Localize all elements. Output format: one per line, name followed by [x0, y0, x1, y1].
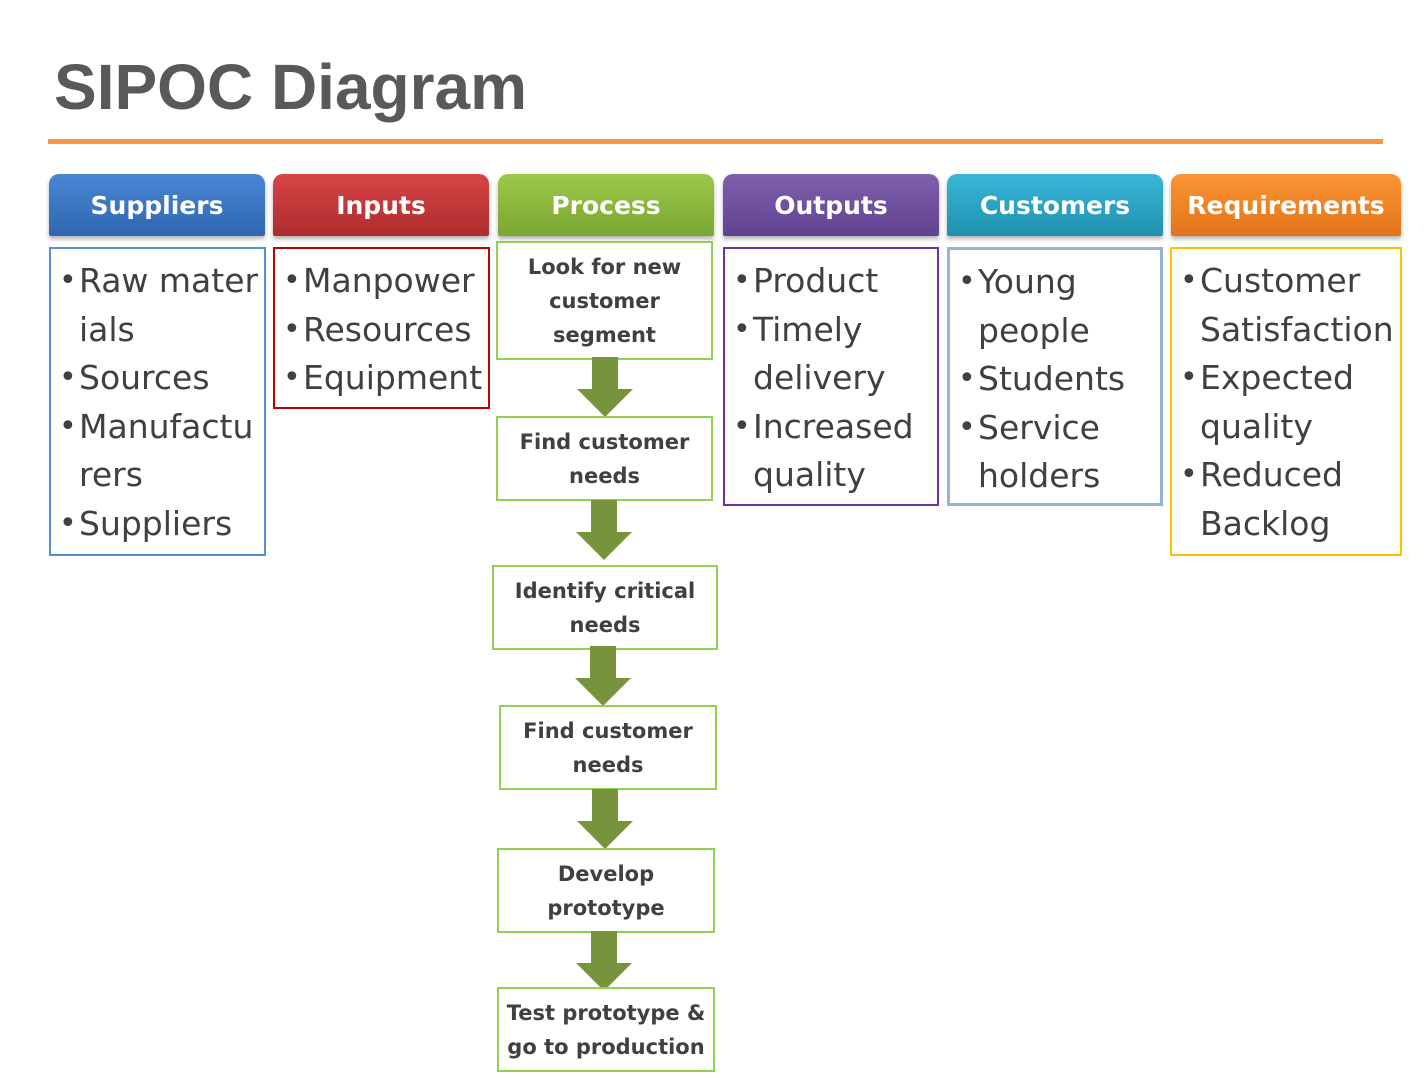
- header-process: Process: [498, 174, 714, 236]
- list-item: Sources: [59, 354, 260, 403]
- header-outputs: Outputs: [723, 174, 939, 236]
- page-title: SIPOC Diagram: [54, 51, 528, 123]
- down-arrow-icon: [576, 500, 632, 560]
- process-step: Identify critical needs: [492, 565, 718, 650]
- header-label: Customers: [979, 190, 1131, 220]
- header-label: Requirements: [1187, 190, 1385, 220]
- customers-list: Young people Students Service holders: [947, 247, 1163, 506]
- list-item: Students: [958, 355, 1156, 404]
- suppliers-list: Raw materialsSourcesManufacturersSupplie…: [49, 247, 266, 556]
- list-item: Manpower: [283, 257, 484, 306]
- process-step: Find customer needs: [496, 416, 713, 501]
- list-item: Expected quality: [1180, 354, 1396, 451]
- process-step: Develop prototype: [497, 848, 715, 933]
- list-item: Suppliers: [59, 500, 260, 549]
- down-arrow-icon: [577, 357, 633, 417]
- header-label: Inputs: [336, 190, 426, 220]
- list-item: Reduced Backlog: [1180, 451, 1396, 548]
- header-label: Outputs: [774, 190, 888, 220]
- down-arrow-icon: [575, 646, 631, 706]
- header-suppliers: Suppliers: [49, 174, 265, 236]
- header-label: Suppliers: [90, 190, 224, 220]
- list-item: Increased quality: [733, 403, 933, 500]
- process-step: Find customer needs: [499, 705, 717, 790]
- down-arrow-icon: [576, 931, 632, 991]
- header-label: Process: [551, 190, 661, 220]
- list-item: Product: [733, 257, 933, 306]
- title-underline: [48, 139, 1383, 144]
- list-item: Manufacturers: [59, 403, 260, 500]
- process-step: Look for new customer segment: [496, 241, 713, 360]
- list-item: Timely delivery: [733, 306, 933, 403]
- list-item: Equipment: [283, 354, 484, 403]
- list-item: Resources: [283, 306, 484, 355]
- process-step: Test prototype & go to production: [497, 987, 715, 1072]
- outputs-list: Product Timely delivery Increased qualit…: [723, 247, 939, 506]
- down-arrow-icon: [577, 789, 633, 849]
- requirements-list: Customer Satisfaction Expected quality R…: [1170, 247, 1402, 556]
- header-customers: Customers: [947, 174, 1163, 236]
- list-item: Service holders: [958, 404, 1156, 501]
- header-requirements: Requirements: [1171, 174, 1401, 236]
- inputs-list: Manpower Resources Equipment: [273, 247, 490, 409]
- list-item: Raw materials: [59, 257, 260, 354]
- list-item: Young people: [958, 258, 1156, 355]
- list-item: Customer Satisfaction: [1180, 257, 1396, 354]
- header-inputs: Inputs: [273, 174, 489, 236]
